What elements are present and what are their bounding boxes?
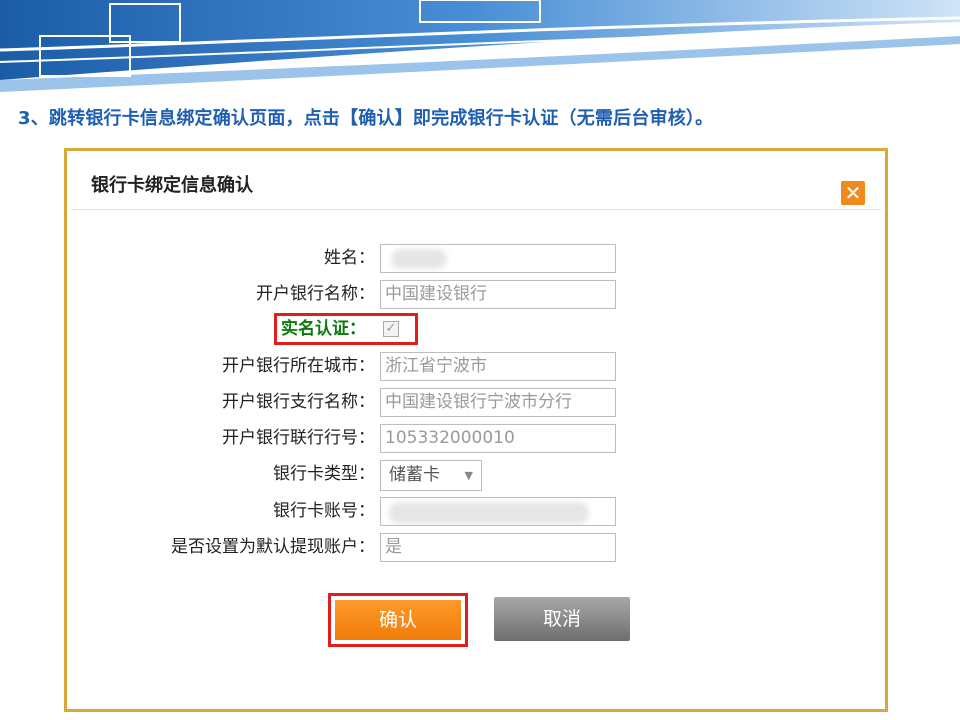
instruction-text: 3、跳转银行卡信息绑定确认页面，点击【确认】即完成银行卡认证（无需后台审核）。 <box>18 108 714 129</box>
default-withdraw-field: 是 <box>380 533 616 562</box>
branch-row: 开户银行支行名称： 中国建设银行宁波市分行 <box>67 387 887 417</box>
union-no-row: 开户银行联行行号： 105332000010 <box>67 423 887 453</box>
card-type-label: 银行卡类型： <box>273 464 375 484</box>
card-no-row: 银行卡账号： <box>67 496 887 526</box>
city-row: 开户银行所在城市： 浙江省宁波市 <box>67 351 887 381</box>
card-type-value: 储蓄卡 <box>389 465 440 485</box>
bank-name-row: 开户银行名称： 中国建设银行 <box>67 279 887 309</box>
close-icon[interactable]: ✕ <box>841 181 865 205</box>
name-field <box>380 244 616 273</box>
realname-highlight: 实名认证： ✓ <box>274 313 418 345</box>
realname-label: 实名认证： <box>281 319 366 339</box>
default-withdraw-label: 是否设置为默认提现账户： <box>171 537 375 557</box>
name-label: 姓名： <box>324 248 375 268</box>
redacted-name <box>391 249 447 269</box>
card-type-select[interactable]: 储蓄卡 ▼ <box>380 460 482 491</box>
cancel-button[interactable]: 取消 <box>494 597 630 641</box>
city-field: 浙江省宁波市 <box>380 352 616 381</box>
card-type-row: 银行卡类型： 储蓄卡 ▼ <box>67 459 887 491</box>
union-no-field: 105332000010 <box>380 424 616 453</box>
title-divider <box>71 209 881 210</box>
bank-name-field: 中国建设银行 <box>380 280 616 309</box>
city-label: 开户银行所在城市： <box>222 356 375 376</box>
chevron-down-icon: ▼ <box>464 469 473 482</box>
card-no-field <box>380 497 616 526</box>
bank-name-label: 开户银行名称： <box>256 284 375 304</box>
confirm-highlight: 确认 <box>328 593 468 647</box>
branch-label: 开户银行支行名称： <box>222 392 375 412</box>
name-row: 姓名： <box>67 243 887 273</box>
realname-checkbox: ✓ <box>383 321 399 337</box>
dialog-title: 银行卡绑定信息确认 <box>91 175 253 196</box>
branch-field: 中国建设银行宁波市分行 <box>380 388 616 417</box>
card-no-label: 银行卡账号： <box>273 501 375 521</box>
header-decoration <box>0 0 960 95</box>
default-withdraw-row: 是否设置为默认提现账户： 是 <box>67 532 887 562</box>
union-no-label: 开户银行联行行号： <box>222 428 375 448</box>
confirm-button[interactable]: 确认 <box>335 600 461 640</box>
redacted-card-number <box>389 502 589 524</box>
bank-card-confirm-dialog: 银行卡绑定信息确认 ✕ 姓名： 开户银行名称： 中国建设银行 实名认证： ✓ 开… <box>64 148 888 712</box>
